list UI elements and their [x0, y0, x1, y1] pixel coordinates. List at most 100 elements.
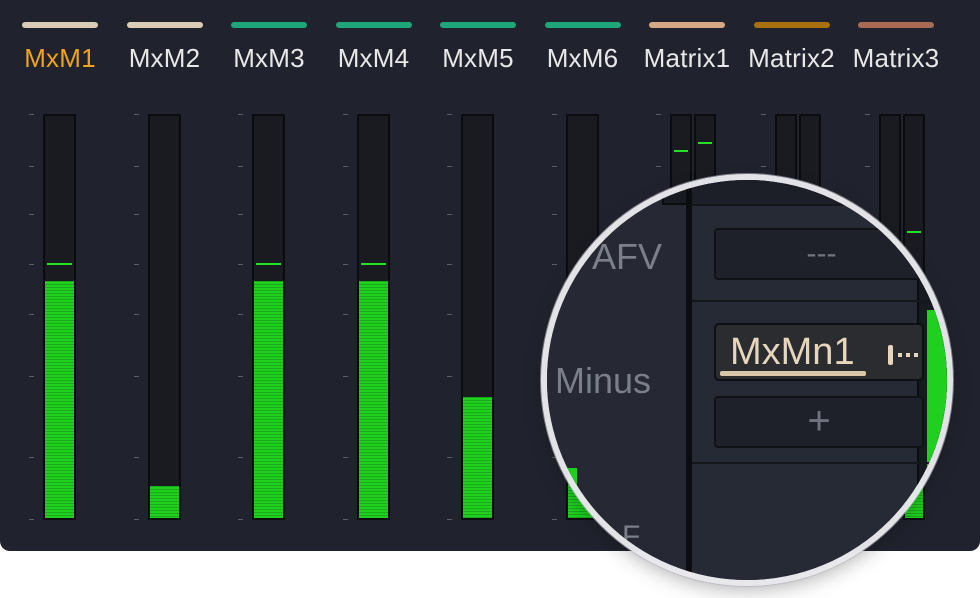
- scale-tick: [133, 214, 139, 215]
- channel-color-bar: [231, 22, 307, 28]
- scale-tick: [447, 457, 452, 458]
- scale-tick: [342, 264, 348, 265]
- scale-tick: [133, 166, 139, 167]
- scale-tick: [447, 264, 452, 265]
- scale-tick: [865, 114, 870, 115]
- scale-tick: [133, 457, 139, 458]
- level-meter: [461, 114, 494, 520]
- channel-label[interactable]: MxM3: [210, 43, 328, 74]
- scale-tick: [342, 519, 348, 520]
- scale-tick: [551, 166, 557, 167]
- lens-top-strip: [692, 180, 947, 204]
- minus-select-underline: [720, 371, 866, 376]
- lens-meter-fill: [927, 310, 947, 580]
- channel-label[interactable]: Matrix3: [837, 43, 955, 74]
- peak-indicator: [47, 262, 72, 265]
- scale-tick: [29, 314, 34, 315]
- peak-indicator: [256, 262, 281, 265]
- channel-strip[interactable]: MxM5: [425, 0, 535, 551]
- scale-tick: [238, 314, 243, 315]
- scale-tick: [447, 114, 452, 115]
- peak-indicator: [360, 262, 386, 265]
- scale-tick: [447, 376, 452, 377]
- scale-tick: [29, 376, 34, 377]
- scale-tick: [29, 214, 34, 215]
- channel-label[interactable]: Matrix2: [733, 43, 851, 74]
- scale-tick: [133, 314, 139, 315]
- channel-color-bar: [858, 22, 934, 28]
- scale-tick: [447, 314, 452, 315]
- lens-row-divider: [692, 300, 947, 302]
- scale-tick: [656, 166, 661, 167]
- scale-tick: [760, 114, 766, 115]
- lens-meter-edge: [662, 180, 688, 205]
- meter-fill: [358, 280, 388, 518]
- channel-label[interactable]: MxM5: [419, 43, 537, 74]
- meter-fill: [463, 397, 492, 518]
- scale-tick: [342, 457, 348, 458]
- scale-tick: [447, 166, 452, 167]
- scale-tick: [29, 519, 34, 520]
- scale-tick: [133, 114, 139, 115]
- partial-label: F: [622, 520, 641, 553]
- level-meter: [252, 114, 285, 520]
- scale-tick: [238, 114, 243, 115]
- channel-label[interactable]: MxM2: [106, 43, 224, 74]
- channel-strip[interactable]: MxM3: [216, 0, 326, 551]
- afv-label: AFV: [592, 236, 663, 277]
- channel-color-bar: [22, 22, 98, 28]
- channel-label[interactable]: MxM6: [524, 43, 642, 74]
- channel-color-bar: [544, 22, 621, 28]
- scale-tick: [238, 376, 243, 377]
- scale-tick: [133, 376, 139, 377]
- meter-scale: [238, 114, 243, 520]
- scale-tick: [342, 314, 348, 315]
- peak-indicator: [698, 142, 712, 145]
- meter-fill: [149, 485, 179, 518]
- scale-tick: [342, 214, 348, 215]
- minus-label: Minus: [555, 360, 652, 401]
- lens-row-divider: [692, 204, 947, 206]
- level-meter: [356, 114, 390, 520]
- lens-meter-fill-left: [547, 468, 577, 528]
- channel-label[interactable]: MxM4: [315, 43, 433, 74]
- scale-tick: [29, 114, 34, 115]
- scale-tick: [238, 519, 243, 520]
- scale-tick: [342, 376, 348, 377]
- scale-tick: [29, 264, 34, 265]
- meter-fill: [45, 280, 74, 518]
- meter-scale: [29, 114, 34, 520]
- scale-tick: [447, 214, 452, 215]
- channel-color-bar: [753, 22, 830, 28]
- scale-tick: [447, 519, 452, 520]
- scale-tick: [656, 114, 661, 115]
- channel-color-bar: [649, 22, 725, 28]
- scale-tick: [238, 166, 243, 167]
- scale-tick: [551, 114, 557, 115]
- peak-indicator: [674, 150, 688, 153]
- scale-tick: [342, 166, 348, 167]
- scale-tick: [238, 214, 243, 215]
- meter-fill: [254, 280, 283, 518]
- scale-tick: [29, 166, 34, 167]
- minus-select[interactable]: MxMn1: [714, 323, 924, 381]
- meter-scale: [342, 114, 348, 520]
- channel-color-bar: [126, 22, 203, 28]
- afv-button[interactable]: ---: [714, 228, 929, 280]
- magnifier-lens: AFV --- Minus MxMn1 + F: [547, 180, 947, 580]
- scale-tick: [133, 264, 139, 265]
- meter-scale: [447, 114, 452, 520]
- level-meter: [147, 114, 181, 520]
- meter-scale: [133, 114, 139, 520]
- channel-color-bar: [335, 22, 412, 28]
- channel-label[interactable]: MxM1: [1, 43, 119, 74]
- add-minus-button[interactable]: +: [714, 396, 924, 448]
- channel-strip[interactable]: MxM4: [321, 0, 431, 551]
- channel-strip[interactable]: MxM1: [7, 0, 117, 551]
- channel-strip[interactable]: MxM2: [112, 0, 222, 551]
- lens-row-divider: [692, 462, 947, 464]
- minus-select-value: MxMn1: [730, 331, 855, 373]
- scale-tick: [133, 519, 139, 520]
- channel-color-bar: [440, 22, 516, 28]
- channel-label[interactable]: Matrix1: [628, 43, 746, 74]
